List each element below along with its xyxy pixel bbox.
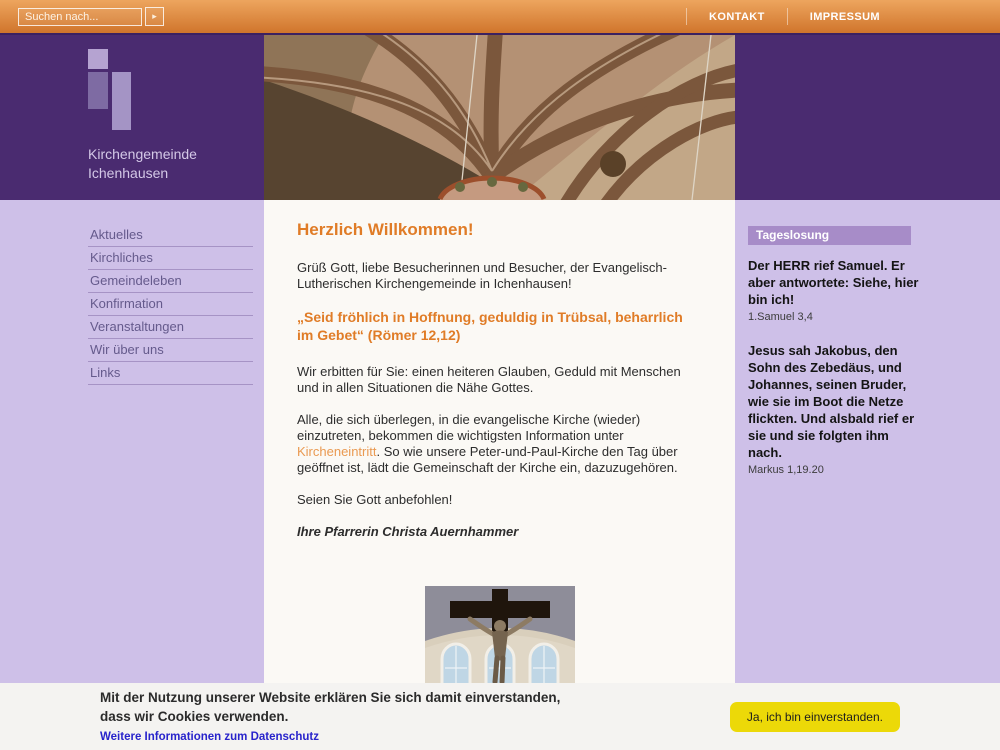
sidebar-item-kirchliches[interactable]: Kirchliches bbox=[88, 247, 253, 270]
tageslosung-entry: Der HERR rief Samuel. Er aber antwortete… bbox=[748, 257, 1000, 323]
sidebar-item-aktuelles[interactable]: Aktuelles bbox=[88, 224, 253, 247]
paragraph-text: Alle, die sich überlegen, in die evangel… bbox=[297, 412, 640, 443]
site-name-line2: Ichenhausen bbox=[88, 164, 197, 183]
logo-square-right bbox=[112, 72, 131, 130]
cookie-banner: Mit der Nutzung unserer Website erklären… bbox=[0, 683, 1000, 750]
header-image-church-vault bbox=[264, 35, 735, 200]
top-bar: ▸ KONTAKT IMPRESSUM bbox=[0, 0, 1000, 35]
left-sidebar: Aktuelles Kirchliches Gemeindeleben Konf… bbox=[0, 200, 264, 750]
sidebar-item-konfirmation[interactable]: Konfirmation bbox=[88, 293, 253, 316]
tageslosung-header: Tageslosung bbox=[748, 226, 911, 245]
sidebar-item-wir-ueber-uns[interactable]: Wir über uns bbox=[88, 339, 253, 362]
cookie-message: Mit der Nutzung unserer Website erklären… bbox=[100, 688, 560, 745]
verse-text: Der HERR rief Samuel. Er aber antwortete… bbox=[748, 257, 920, 308]
main-navigation: Aktuelles Kirchliches Gemeindeleben Konf… bbox=[88, 224, 253, 385]
crucifix-illustration bbox=[425, 586, 575, 686]
page-title: Herzlich Willkommen! bbox=[297, 220, 702, 240]
topnav-kontakt-link[interactable]: KONTAKT bbox=[687, 11, 787, 23]
site-name: Kirchengemeinde Ichenhausen bbox=[88, 145, 197, 183]
main-content: Herzlich Willkommen! Grüß Gott, liebe Be… bbox=[264, 200, 735, 750]
verse-reference: 1.Samuel 3,4 bbox=[748, 311, 1000, 323]
paragraph-kircheneintritt: Alle, die sich überlegen, in die evangel… bbox=[297, 412, 702, 476]
search-form: ▸ bbox=[18, 7, 164, 26]
sidebar-item-links[interactable]: Links bbox=[88, 362, 253, 385]
verse-text: Jesus sah Jakobus, den Sohn des Zebedäus… bbox=[748, 342, 920, 461]
arrow-right-icon: ▸ bbox=[152, 12, 157, 21]
page: ▸ KONTAKT IMPRESSUM Kirchengemeinde Iche… bbox=[0, 0, 1000, 750]
datenschutz-link[interactable]: Weitere Informationen zum Datenschutz bbox=[100, 731, 319, 743]
search-submit-button[interactable]: ▸ bbox=[145, 7, 164, 26]
site-name-line1: Kirchengemeinde bbox=[88, 145, 197, 164]
cookie-message-line2: dass wir Cookies verwenden. bbox=[100, 707, 560, 726]
cookie-message-line1: Mit der Nutzung unserer Website erklären… bbox=[100, 688, 560, 707]
tageslosung-entry: Jesus sah Jakobus, den Sohn des Zebedäus… bbox=[748, 342, 1000, 476]
right-sidebar: Tageslosung Der HERR rief Samuel. Er abe… bbox=[735, 200, 1000, 750]
topnav-impressum-link[interactable]: IMPRESSUM bbox=[788, 11, 902, 23]
paragraph-wishes: Wir erbitten für Sie: einen heiteren Gla… bbox=[297, 364, 702, 396]
church-vault-illustration bbox=[264, 35, 735, 200]
cookie-accept-button[interactable]: Ja, ich bin einverstanden. bbox=[730, 702, 900, 732]
kircheneintritt-link[interactable]: Kircheneintritt bbox=[297, 444, 376, 459]
verse-reference: Markus 1,19.20 bbox=[748, 464, 1000, 476]
site-logo[interactable]: Kirchengemeinde Ichenhausen bbox=[88, 41, 264, 200]
sidebar-item-veranstaltungen[interactable]: Veranstaltungen bbox=[88, 316, 253, 339]
logo-square-left bbox=[88, 72, 108, 109]
verse-heading: „Seid fröhlich in Hoffnung, geduldig in … bbox=[297, 308, 702, 344]
paragraph-blessing: Seien Sie Gott anbefohlen! bbox=[297, 492, 702, 508]
sidebar-item-gemeindeleben[interactable]: Gemeindeleben bbox=[88, 270, 253, 293]
search-input[interactable] bbox=[18, 8, 142, 26]
content-columns: Aktuelles Kirchliches Gemeindeleben Konf… bbox=[0, 200, 1000, 750]
logo-square-small bbox=[88, 49, 108, 69]
site-header: Kirchengemeinde Ichenhausen bbox=[0, 35, 1000, 200]
signature: Ihre Pfarrerin Christa Auernhammer bbox=[297, 524, 702, 540]
intro-paragraph: Grüß Gott, liebe Besucherinnen und Besuc… bbox=[297, 260, 702, 292]
top-nav: KONTAKT IMPRESSUM bbox=[686, 0, 902, 33]
crucifix-image bbox=[425, 586, 575, 686]
